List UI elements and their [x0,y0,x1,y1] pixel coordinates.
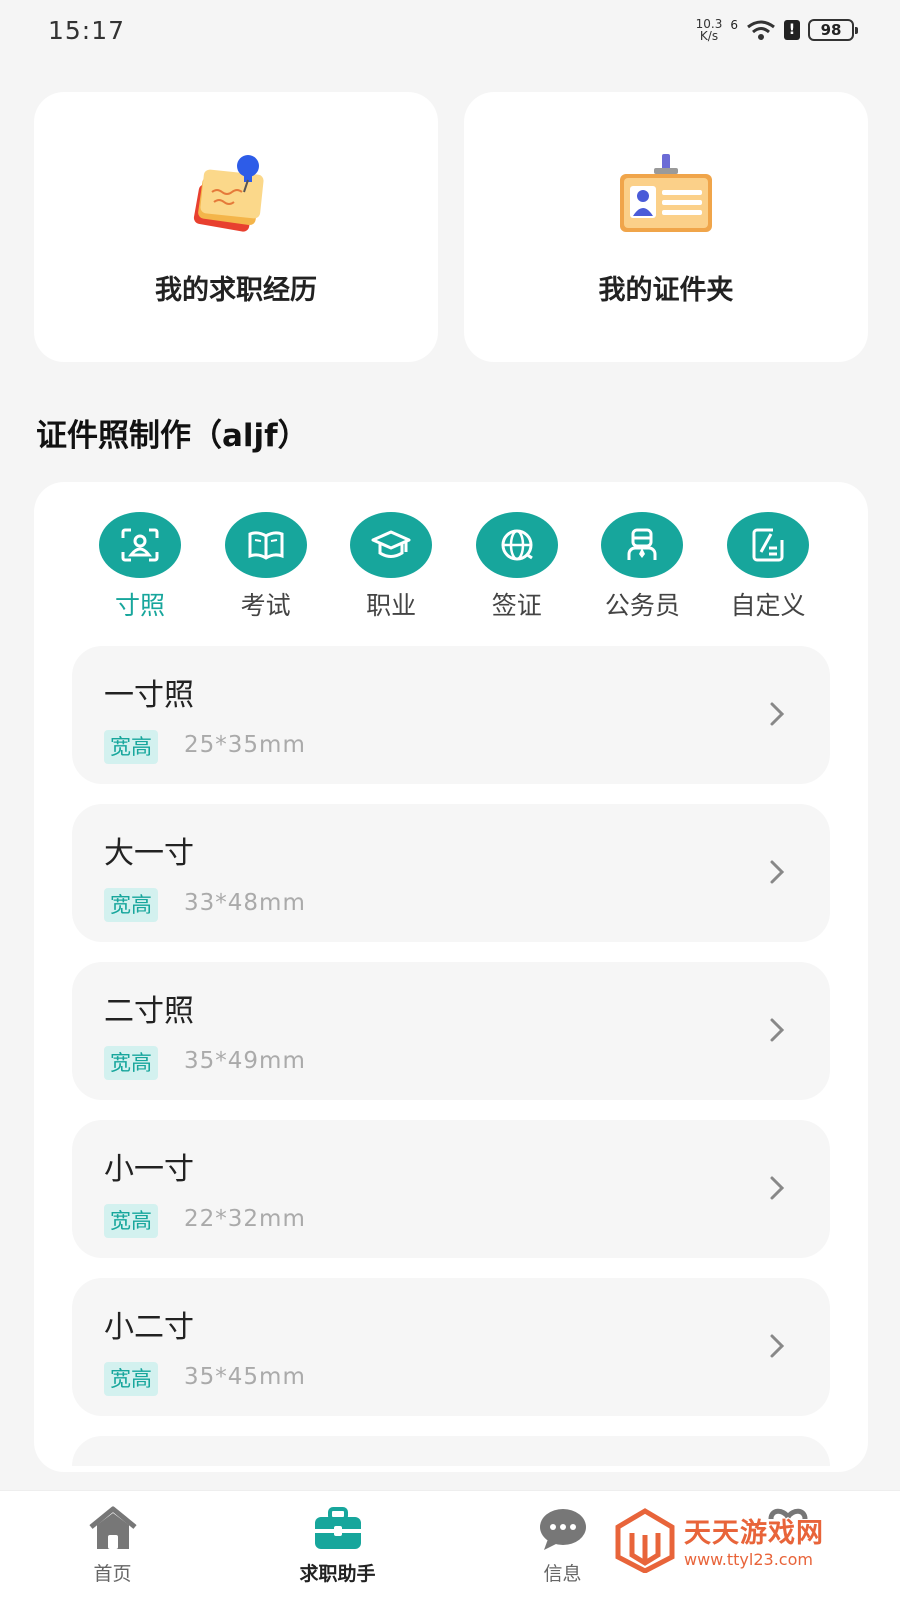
officer-icon [627,528,657,560]
tab-inch-photo[interactable]: 寸照 [90,512,190,622]
tab-custom-label: 自定义 [730,591,806,620]
id-badge-icon [620,154,712,232]
open-book-icon [248,531,284,560]
size-title: 小二寸 [104,1310,194,1345]
id-folder-label: 我的证件夹 [598,275,734,306]
size-dimensions: 25*35mm [184,732,306,758]
list-item[interactable]: 小二寸 宽高 35*45mm [72,1278,830,1416]
watermark-name: 天天游戏网 [684,1518,824,1549]
signal-label: 6 [730,18,738,32]
list-item[interactable]: 大一寸 宽高 33*48mm [72,804,830,942]
size-title: 大一寸 [104,836,194,871]
section-title: 证件照制作（aljf） [36,418,309,454]
category-tabs: 寸照 考试 职业 签证 公务员 自定义 [90,512,818,622]
size-dimensions: 33*48mm [184,890,306,916]
network-speed: 10.3 K/s [696,18,723,42]
globe-icon [501,529,533,561]
network-speed-unit: K/s [699,29,719,43]
size-tag: 宽高 [104,1204,158,1238]
tab-civil-servant[interactable]: 公务员 [592,512,692,622]
tab-exam[interactable]: 考试 [216,512,316,622]
list-item[interactable]: 小一寸 宽高 22*32mm [72,1120,830,1258]
pinned-notes-icon [193,155,264,232]
nav-home-label: 首页 [93,1563,132,1585]
photo-size-list: 一寸照 宽高 25*35mm 大一寸 宽高 33*48mm 二寸照 宽高 35*… [72,646,830,1466]
home-icon [88,1506,137,1549]
chevron-right-icon [770,702,785,726]
size-tag: 宽高 [104,1046,158,1080]
nav-job-assistant-label: 求职助手 [299,1563,376,1585]
size-title: 二寸照 [104,994,194,1029]
tab-custom[interactable]: 自定义 [718,512,818,622]
tab-inch-photo-label: 寸照 [114,591,165,620]
graduation-cap-icon [371,530,411,558]
watermark: 天天游戏网 www.ttyl23.com [614,1500,864,1580]
status-time: 15:17 [48,15,126,45]
chevron-right-icon [770,860,785,884]
nav-messages-label: 信息 [543,1563,582,1585]
size-dimensions: 22*32mm [184,1206,306,1232]
size-tag: 宽高 [104,1362,158,1396]
watermark-logo-icon [615,1508,675,1573]
list-item[interactable]: 二寸照 宽高 35*49mm [72,962,830,1100]
job-history-card[interactable]: 我的求职经历 [34,92,438,362]
watermark-url: www.ttyl23.com [684,1550,813,1569]
chevron-right-icon [770,1018,785,1042]
portrait-frame-icon [121,528,159,562]
tab-career[interactable]: 职业 [341,512,441,622]
tab-visa-label: 签证 [491,591,542,620]
id-folder-card[interactable]: 我的证件夹 [464,92,868,362]
chevron-right-icon [770,1334,785,1358]
photo-spec-panel: 寸照 考试 职业 签证 公务员 自定义 一寸照 宽高 25*35mm 大一寸 宽… [34,482,868,1472]
size-title: 小一寸 [104,1152,194,1187]
alert-icon: ! [784,20,800,40]
tab-visa[interactable]: 签证 [467,512,567,622]
tab-exam-label: 考试 [240,591,291,620]
edit-icon [752,528,784,562]
status-bar: 15:17 10.3 K/s 6 ! 98 [0,0,900,60]
wifi-icon [747,20,775,40]
size-tag: 宽高 [104,730,158,764]
chat-bubble-icon [539,1509,586,1550]
job-history-label: 我的求职经历 [155,275,317,306]
status-indicators: 10.3 K/s 6 ! 98 [696,18,858,42]
size-dimensions: 35*45mm [184,1364,306,1390]
list-item[interactable]: 一寸照 宽高 25*35mm [72,646,830,784]
tab-career-label: 职业 [366,591,417,620]
nav-job-assistant[interactable]: 求职助手 [225,1491,450,1600]
nav-home[interactable]: 首页 [0,1491,225,1600]
chevron-right-icon [770,1176,785,1200]
list-item-partial [72,1436,830,1466]
briefcase-icon [314,1507,361,1549]
size-dimensions: 35*49mm [184,1048,306,1074]
top-cards: 我的求职经历 我的证件夹 [34,92,868,362]
size-tag: 宽高 [104,888,158,922]
size-title: 一寸照 [104,678,194,713]
battery-indicator: 98 [808,19,858,41]
tab-civil-servant-label: 公务员 [604,591,680,620]
